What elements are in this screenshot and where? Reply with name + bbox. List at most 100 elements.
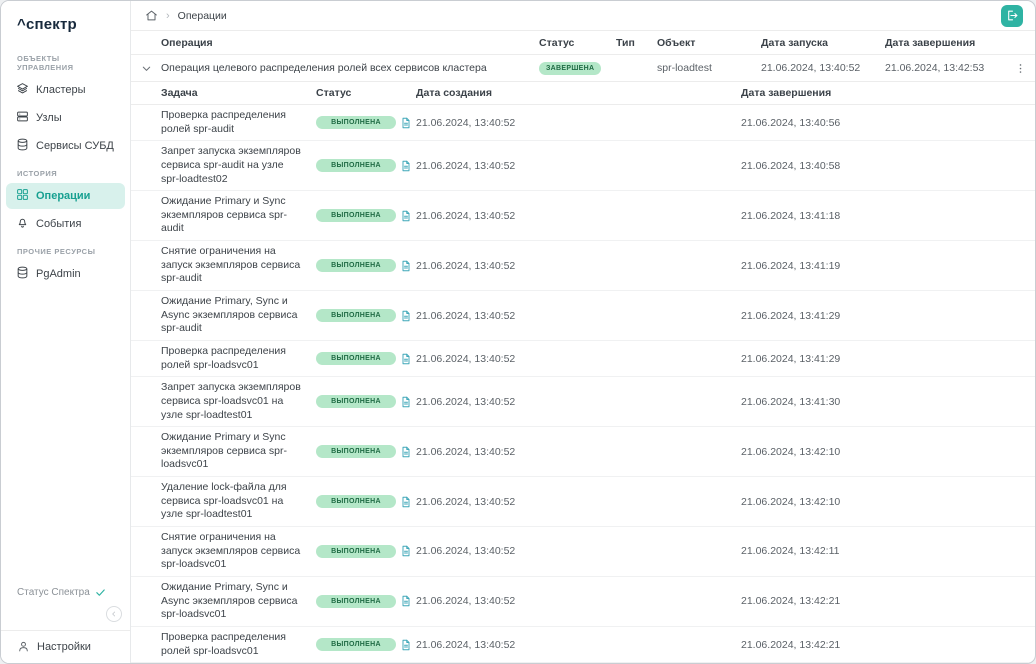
tasks-table-body: Проверка распределения ролей spr-audit В… — [131, 105, 1035, 663]
breadcrumb: › Операции — [131, 1, 1035, 31]
task-finished: 21.06.2024, 13:42:21 — [741, 639, 1021, 651]
task-name: Проверка распределения ролей spr-audit — [161, 105, 316, 140]
task-status-badge: ВЫПОЛНЕНА — [316, 309, 396, 322]
task-row: Ожидание Primary, Sync и Async экземпляр… — [131, 577, 1035, 627]
log-file-icon[interactable] — [400, 639, 412, 651]
task-row: Удаление lock-файла для сервиса spr-load… — [131, 477, 1035, 527]
task-finished: 21.06.2024, 13:40:56 — [741, 117, 1021, 129]
task-status-badge: ВЫПОЛНЕНА — [316, 209, 396, 222]
log-file-icon[interactable] — [400, 310, 412, 322]
task-row: Ожидание Primary и Sync экземпляров серв… — [131, 191, 1035, 241]
check-icon — [95, 587, 106, 598]
main-area: › Операции Операция Статус Тип Объект Да… — [131, 1, 1035, 663]
log-file-icon[interactable] — [400, 160, 412, 172]
task-created: 21.06.2024, 13:40:52 — [416, 310, 741, 322]
task-name: Снятие ограничения на запуск экземпляров… — [161, 527, 316, 576]
log-file-icon[interactable] — [400, 210, 412, 222]
task-finished: 21.06.2024, 13:41:29 — [741, 353, 1021, 365]
task-status-badge: ВЫПОЛНЕНА — [316, 116, 396, 129]
log-file-icon[interactable] — [400, 496, 412, 508]
sidebar-section-history: ИСТОРИЯ — [1, 160, 130, 182]
sidebar-item-nodes[interactable]: Узлы — [6, 105, 125, 131]
log-file-icon[interactable] — [400, 353, 412, 365]
settings-item[interactable]: Настройки — [1, 631, 130, 655]
kebab-menu-icon[interactable] — [1005, 55, 1035, 81]
task-status-badge: ВЫПОЛНЕНА — [316, 638, 396, 651]
task-created: 21.06.2024, 13:40:52 — [416, 396, 741, 408]
sidebar-item-pgadmin[interactable]: PgAdmin — [6, 261, 125, 287]
task-name: Запрет запуска экземпляров сервиса spr-l… — [161, 377, 316, 426]
chevron-down-icon[interactable] — [131, 55, 161, 81]
app-window: ^спектр ОБЪЕКТЫ УПРАВЛЕНИЯ Кластеры Узлы… — [0, 0, 1036, 664]
task-name: Проверка распределения ролей spr-loadsvc… — [161, 627, 316, 662]
task-name: Ожидание Primary и Sync экземпляров серв… — [161, 427, 316, 476]
log-file-icon[interactable] — [400, 117, 412, 129]
sidebar-item-label: PgAdmin — [36, 268, 81, 280]
sidebar-item-label: События — [36, 218, 81, 230]
task-created: 21.06.2024, 13:40:52 — [416, 595, 741, 607]
operation-finished: 21.06.2024, 13:42:53 — [885, 62, 1005, 74]
database-icon — [16, 138, 29, 154]
col-header-status: Статус — [539, 37, 616, 49]
settings-label: Настройки — [37, 641, 91, 653]
log-file-icon[interactable] — [400, 595, 412, 607]
col-header-finished: Дата завершения — [885, 37, 1005, 49]
task-row: Снятие ограничения на запуск экземпляров… — [131, 527, 1035, 577]
task-name: Запрет запуска экземпляров сервиса spr-a… — [161, 141, 316, 190]
task-row: Проверка распределения ролей spr-loadsvc… — [131, 627, 1035, 663]
home-icon[interactable] — [145, 9, 158, 22]
task-name: Снятие ограничения на запуск экземпляров… — [161, 241, 316, 290]
bell-icon — [16, 216, 29, 232]
task-status-badge: ВЫПОЛНЕНА — [316, 445, 396, 458]
col-header-object: Объект — [657, 37, 761, 49]
operation-object: spr-loadtest — [657, 62, 761, 74]
task-finished: 21.06.2024, 13:40:58 — [741, 160, 1021, 172]
sidebar-item-operations[interactable]: Операции — [6, 183, 125, 209]
task-row: Снятие ограничения на запуск экземпляров… — [131, 241, 1035, 291]
task-row: Проверка распределения ролей spr-loadsvc… — [131, 341, 1035, 377]
clusters-icon — [16, 82, 29, 98]
sidebar-collapse-button[interactable] — [106, 606, 122, 622]
task-created: 21.06.2024, 13:40:52 — [416, 117, 741, 129]
operation-row[interactable]: Операция целевого распределения ролей вс… — [131, 55, 1035, 82]
task-status-badge: ВЫПОЛНЕНА — [316, 159, 396, 172]
operation-name: Операция целевого распределения ролей вс… — [161, 62, 539, 74]
sidebar-footer: Статус Спектра Настройки — [1, 581, 130, 663]
breadcrumb-current-page: Операции — [178, 10, 227, 22]
col-header-task-status: Статус — [316, 87, 416, 99]
task-created: 21.06.2024, 13:40:52 — [416, 353, 741, 365]
operations-table-header: Операция Статус Тип Объект Дата запуска … — [131, 31, 1035, 55]
task-finished: 21.06.2024, 13:41:19 — [741, 260, 1021, 272]
col-header-task-created: Дата создания — [416, 87, 741, 99]
task-row: Запрет запуска экземпляров сервиса spr-a… — [131, 141, 1035, 191]
operations-page: Операция Статус Тип Объект Дата запуска … — [131, 31, 1035, 663]
task-name: Ожидание Primary, Sync и Async экземпляр… — [161, 577, 316, 626]
spektr-status-label: Статус Спектра — [17, 587, 90, 598]
sidebar-item-db-services[interactable]: Сервисы СУБД — [6, 133, 125, 159]
sidebar: ^спектр ОБЪЕКТЫ УПРАВЛЕНИЯ Кластеры Узлы… — [1, 1, 131, 663]
sidebar-item-label: Операции — [36, 190, 90, 202]
task-finished: 21.06.2024, 13:41:30 — [741, 396, 1021, 408]
log-file-icon[interactable] — [400, 260, 412, 272]
sidebar-item-events[interactable]: События — [6, 211, 125, 237]
task-created: 21.06.2024, 13:40:52 — [416, 260, 741, 272]
col-header-task-finished: Дата завершения — [741, 87, 1021, 99]
task-row: Ожидание Primary и Sync экземпляров серв… — [131, 427, 1035, 477]
task-created: 21.06.2024, 13:40:52 — [416, 639, 741, 651]
task-status-badge: ВЫПОЛНЕНА — [316, 495, 396, 508]
app-logo: ^спектр — [1, 1, 130, 45]
task-finished: 21.06.2024, 13:42:21 — [741, 595, 1021, 607]
spektr-status: Статус Спектра — [1, 581, 130, 606]
operation-status-badge: ЗАВЕРШЕНА — [539, 62, 601, 75]
log-file-icon[interactable] — [400, 446, 412, 458]
col-header-operation: Операция — [161, 37, 539, 49]
breadcrumb-separator: › — [166, 10, 170, 22]
pgadmin-icon — [16, 266, 29, 282]
log-file-icon[interactable] — [400, 396, 412, 408]
tasks-table-header: Задача Статус Дата создания Дата заверше… — [131, 82, 1035, 105]
task-row: Ожидание Primary, Sync и Async экземпляр… — [131, 291, 1035, 341]
task-finished: 21.06.2024, 13:42:10 — [741, 446, 1021, 458]
sidebar-item-clusters[interactable]: Кластеры — [6, 77, 125, 103]
log-file-icon[interactable] — [400, 545, 412, 557]
logout-button[interactable] — [1001, 5, 1023, 27]
